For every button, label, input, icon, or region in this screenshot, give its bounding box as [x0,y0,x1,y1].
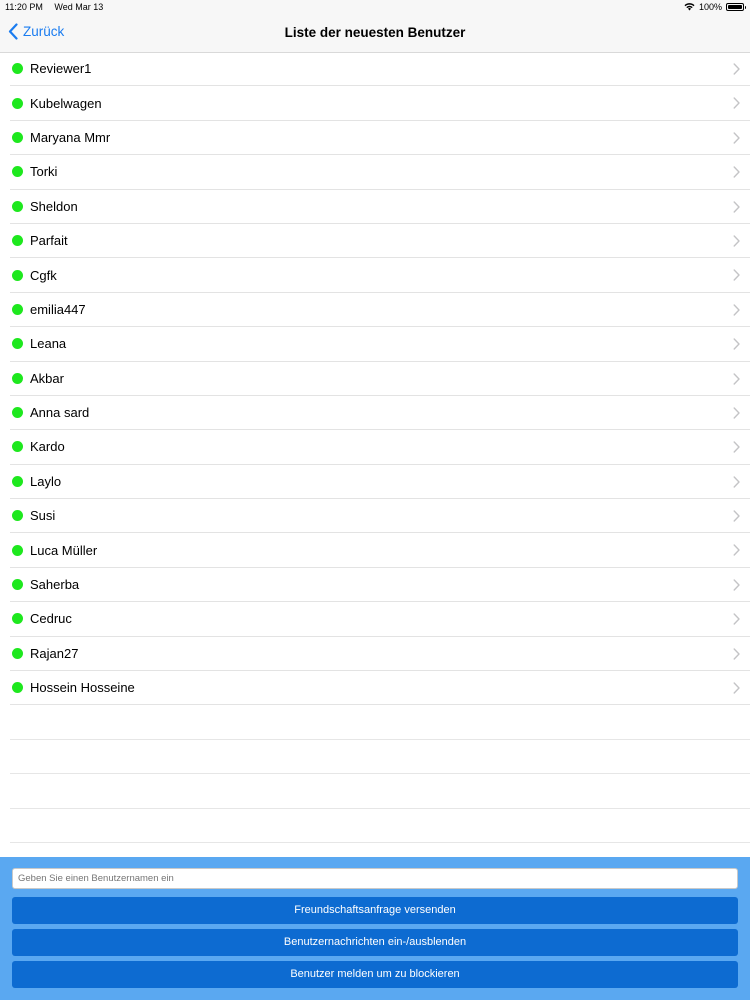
user-row[interactable]: Akbar [10,362,750,396]
online-status-dot [12,269,23,281]
user-row[interactable]: Luca Müller [10,533,750,568]
user-name: Cedruc [30,611,72,627]
online-status-dot [12,544,23,556]
wifi-icon [684,3,695,11]
online-status-dot [12,131,23,143]
chevron-right-icon [733,338,740,350]
chevron-right-icon [733,682,740,694]
battery-percent: 100% [698,2,722,12]
user-row[interactable]: Laylo [10,465,750,500]
send-friend-request-button[interactable]: Freundschaftsanfrage versenden [12,897,738,924]
user-row[interactable]: Kardo [10,430,750,465]
chevron-right-icon [733,475,740,488]
action-panel: Freundschaftsanfrage versenden Benutzern… [0,857,750,1000]
user-row[interactable]: Torki [10,155,750,190]
empty-row [10,740,750,775]
user-name: emilia447 [30,301,86,317]
navigation-bar: Zurück Liste der neuesten Benutzer [0,14,750,53]
chevron-right-icon [733,304,740,316]
chevron-right-icon [733,441,740,453]
online-status-dot [12,441,23,453]
user-row[interactable]: Saherba [10,568,750,603]
online-status-dot [12,97,23,109]
user-row[interactable]: Rajan27 [10,637,750,672]
empty-row [10,774,750,809]
chevron-right-icon [733,132,740,144]
chevron-right-icon [733,200,740,213]
online-status-dot [12,200,23,212]
user-name: Reviewer1 [30,61,92,77]
online-status-dot [12,510,23,522]
user-name: Akbar [30,370,64,386]
user-name: Kardo [30,439,65,455]
user-name: Anna sard [30,405,90,421]
chevron-right-icon [733,235,740,247]
online-status-dot [12,166,23,178]
user-row[interactable]: Sheldon [10,190,750,224]
user-row[interactable]: Kubelwagen [10,86,750,121]
battery-icon [726,3,746,11]
toggle-user-messages-button[interactable]: Benutzernachrichten ein-/ausblenden [12,929,738,956]
online-status-dot [12,235,23,247]
user-row[interactable]: Hossein Hosseine [10,671,750,706]
user-name: Laylo [30,473,62,489]
chevron-right-icon [733,510,740,522]
user-name: Leana [30,336,67,352]
online-status-dot [12,613,23,625]
online-status-dot [12,579,23,591]
report-user-button[interactable]: Benutzer melden um zu blockieren [12,961,738,988]
user-name: Sheldon [30,198,78,214]
online-status-dot [12,647,23,659]
user-name: Parfait [30,233,68,249]
online-status-dot [12,338,23,350]
chevron-right-icon [733,63,740,75]
user-row[interactable]: emilia447 [10,293,750,328]
user-name: Torki [30,164,58,180]
user-row[interactable]: Maryana Mmr [10,121,750,156]
chevron-right-icon [733,579,740,591]
chevron-right-icon [733,647,740,660]
user-row[interactable]: Leana [10,327,750,362]
online-status-dot [12,682,23,694]
chevron-right-icon [733,544,740,557]
online-status-dot [12,303,23,315]
user-name: Luca Müller [30,542,98,558]
user-row[interactable]: Cedruc [10,602,750,637]
user-row[interactable]: Parfait [10,224,750,259]
user-name: Hossein Hosseine [30,680,135,696]
chevron-right-icon [733,269,740,282]
user-name: Cgfk [30,267,57,283]
chevron-right-icon [733,97,740,110]
online-status-dot [12,475,23,487]
chevron-right-icon [733,166,740,178]
user-row[interactable]: Anna sard [10,396,750,431]
user-name: Rajan27 [30,645,79,661]
chevron-right-icon [733,407,740,419]
chevron-right-icon [733,372,740,385]
status-time: 11:20 PM [5,2,43,12]
online-status-dot [12,63,23,75]
status-bar: 11:20 PM Wed Mar 13 100% [0,0,750,14]
chevron-right-icon [733,613,740,625]
empty-row [10,809,750,843]
username-input[interactable] [12,868,738,889]
user-list: Reviewer1 Kubelwagen Maryana Mmr Torki Sheld… [0,52,750,843]
user-name: Susi [30,508,56,524]
user-name: Kubelwagen [30,95,102,111]
user-row[interactable]: Cgfk [10,258,750,293]
empty-row [10,705,750,740]
page-title: Liste der neuesten Benutzer [284,25,466,40]
user-name: Maryana Mmr [30,129,111,145]
user-row[interactable]: Reviewer1 [10,52,750,87]
battery-fill [728,5,742,9]
online-status-dot [12,407,23,419]
user-name: Saherba [30,577,80,593]
user-row[interactable]: Susi [10,499,750,534]
status-date: Wed Mar 13 [54,2,104,12]
online-status-dot [12,372,23,384]
